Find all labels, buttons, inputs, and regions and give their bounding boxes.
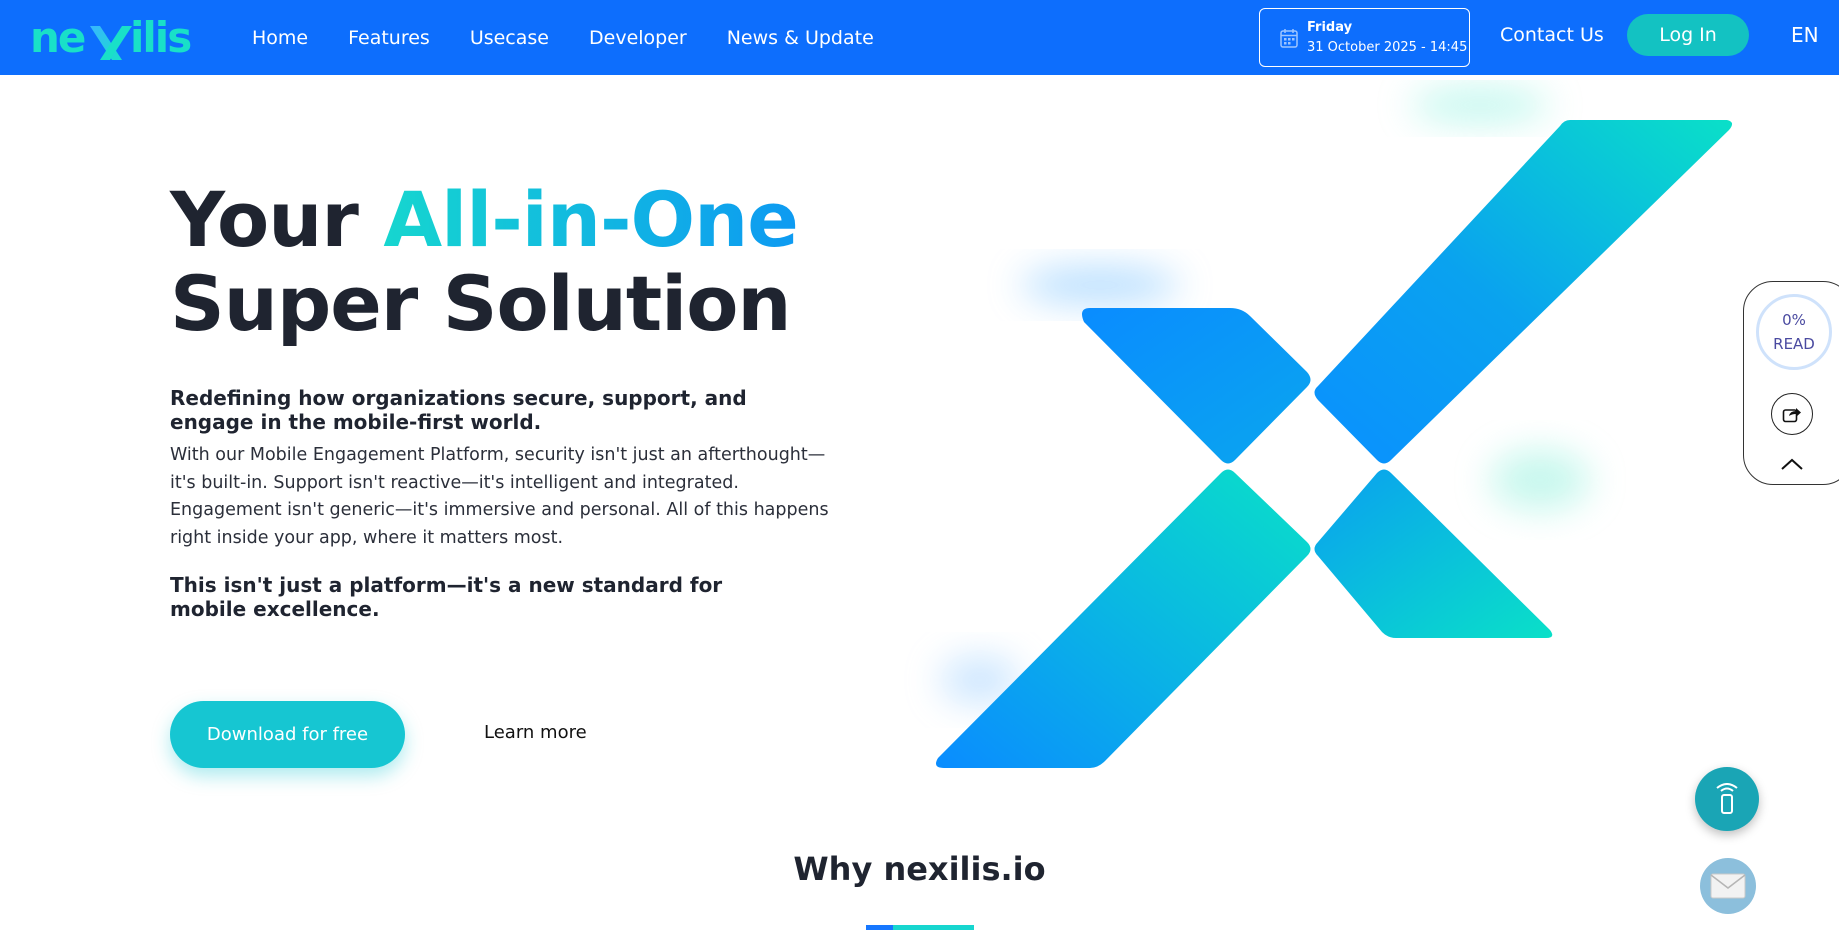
read-progress-widget: 0% READ — [1743, 281, 1839, 485]
nav-developer[interactable]: Developer — [589, 27, 687, 49]
read-progress-ring: 0% READ — [1756, 294, 1832, 370]
hero-title-part1: Your — [170, 175, 384, 264]
hero-x-graphic — [936, 89, 1733, 768]
svg-text:ne: ne — [30, 13, 85, 62]
date-day: Friday — [1307, 20, 1353, 35]
nav-usecase[interactable]: Usecase — [470, 27, 549, 49]
svg-text:ilis: ilis — [130, 13, 191, 62]
date-time-box: Friday 31 October 2025 - 14:45 — [1259, 8, 1470, 67]
chevron-up-icon — [1781, 458, 1803, 470]
main-nav: Home Features Usecase Developer News & U… — [252, 0, 874, 75]
hero-title-accent: All-in-One — [383, 175, 798, 264]
login-button[interactable]: Log In — [1627, 14, 1749, 56]
hero-body: With our Mobile Engagement Platform, sec… — [170, 445, 829, 548]
phone-signal-icon — [1716, 783, 1738, 814]
nav-features[interactable]: Features — [348, 27, 430, 49]
contact-us-link[interactable]: Contact Us — [1500, 24, 1604, 46]
read-percent: 0% — [1782, 311, 1806, 329]
learn-more-link[interactable]: Learn more — [484, 722, 587, 743]
hero-lead: Redefining how organizations secure, sup… — [170, 386, 747, 434]
download-button[interactable]: Download for free — [170, 701, 405, 768]
hero-title: Your All-in-One Super Solution — [170, 175, 799, 348]
hero-title-line2: Super Solution — [170, 259, 792, 348]
language-selector[interactable]: EN — [1791, 23, 1819, 47]
date-full: 31 October 2025 - 14:45 — [1307, 40, 1468, 55]
calendar-icon — [1280, 29, 1298, 48]
phone-call-button[interactable] — [1695, 767, 1759, 831]
scroll-top-button[interactable] — [1777, 452, 1807, 476]
read-label: READ — [1773, 335, 1815, 353]
top-navbar: ne ilis Home Features Usecase Developer … — [0, 0, 1839, 75]
why-section-title: Why nexilis.io — [793, 850, 1046, 888]
share-button[interactable] — [1771, 393, 1813, 435]
nav-home[interactable]: Home — [252, 27, 308, 49]
nav-news-update[interactable]: News & Update — [727, 27, 874, 49]
share-icon — [1782, 408, 1801, 423]
why-title-underline — [866, 925, 974, 930]
nexilis-logo[interactable]: ne ilis — [30, 12, 210, 64]
hero-tagline: This isn't just a platform—it's a new st… — [170, 573, 723, 621]
